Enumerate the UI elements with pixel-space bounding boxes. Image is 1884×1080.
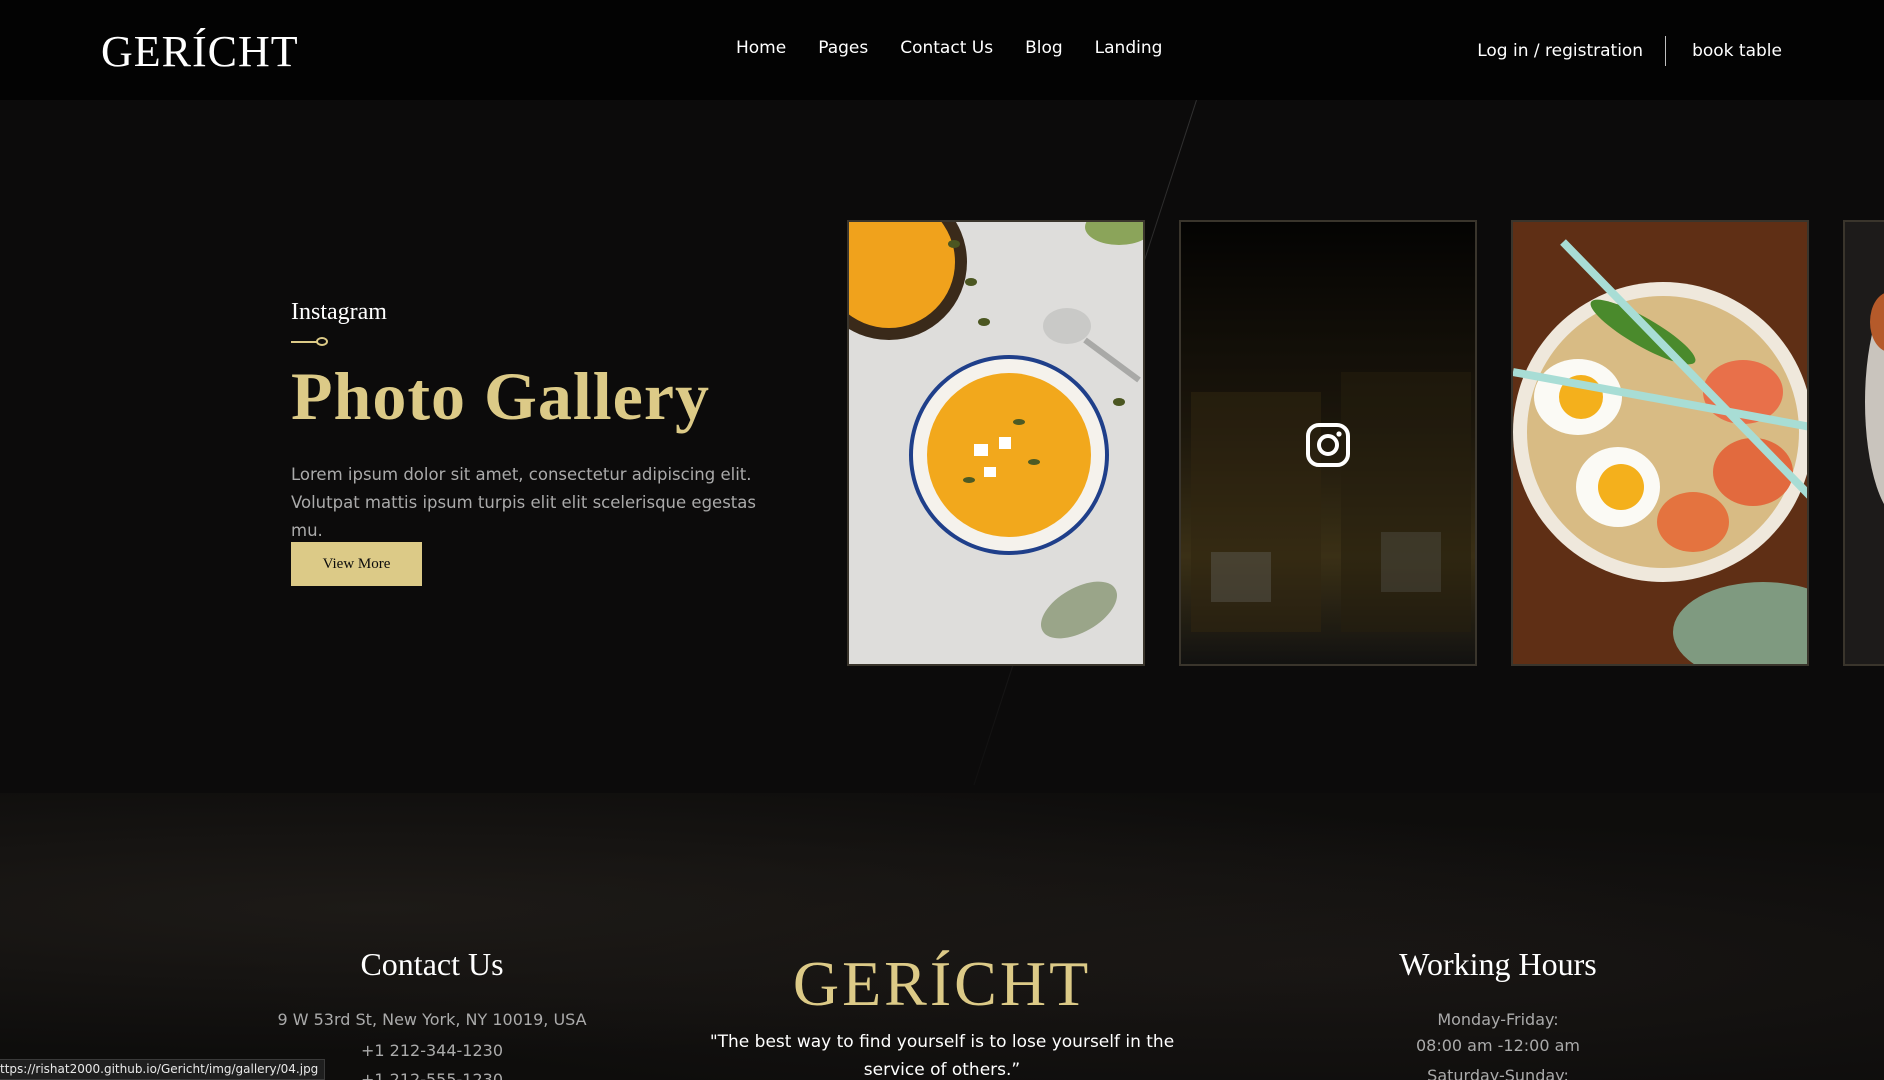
contact-phone: +1 212-344-1230 <box>360 1041 503 1060</box>
gallery-image-drink[interactable] <box>1179 220 1477 666</box>
weekend-label: Saturday-Sunday: <box>1427 1066 1569 1080</box>
hours-title: Working Hours <box>1399 946 1597 982</box>
nav-pages[interactable]: Pages <box>818 38 868 58</box>
nav-divider <box>1665 36 1667 66</box>
nav-contact-us[interactable]: Contact Us <box>900 38 993 58</box>
gallery-image-ramen[interactable] <box>1511 220 1809 666</box>
book-table-link[interactable]: book table <box>1692 37 1782 65</box>
status-bar-url: ttps://rishat2000.github.io/Gericht/img/… <box>0 1059 326 1080</box>
partial-image <box>1845 222 1884 664</box>
logo[interactable]: GERÍCHT <box>101 26 299 77</box>
instagram-icon[interactable] <box>1305 422 1351 468</box>
ramen-bowl-image <box>1513 222 1807 664</box>
gallery-title: Photo Gallery <box>291 358 711 434</box>
nav-landing[interactable]: Landing <box>1095 38 1163 58</box>
nav-links: Home Pages Contact Us Blog Landing <box>736 38 1162 58</box>
nav-actions: Log in / registration book table <box>1477 36 1782 66</box>
gallery-description: Lorem ipsum dolor sit amet, consectetur … <box>291 465 756 540</box>
footer-quote: "The best way to find yourself is to los… <box>709 1032 1175 1080</box>
gallery-image-partial[interactable] <box>1843 220 1884 666</box>
contact-phone-2: +1 212-555-1230 <box>360 1070 503 1080</box>
gallery-subtitle: Instagram <box>291 299 387 325</box>
nav-blog[interactable]: Blog <box>1025 38 1063 58</box>
login-link[interactable]: Log in / registration <box>1477 37 1643 65</box>
navbar: GERÍCHT Home Pages Contact Us Blog Landi… <box>0 0 1884 100</box>
soup-bowl-image <box>849 222 1143 664</box>
view-more-button[interactable]: View More <box>291 542 422 586</box>
nav-home[interactable]: Home <box>736 38 786 58</box>
weekday-label: Monday-Friday: <box>1437 1010 1559 1029</box>
spoon-icon <box>291 337 329 346</box>
gallery-image-soup[interactable] <box>847 220 1145 666</box>
weekday-time: 08:00 am -12:00 am <box>1415 1036 1581 1055</box>
page: GERÍCHT Home Pages Contact Us Blog Landi… <box>0 0 1884 1080</box>
